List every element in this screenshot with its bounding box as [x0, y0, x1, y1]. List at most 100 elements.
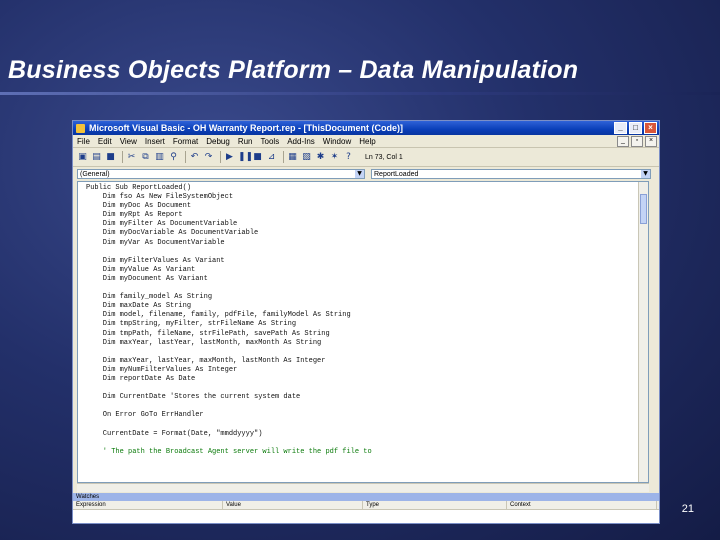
code-line[interactable]: Dim family_model As String — [86, 293, 372, 302]
menu-window[interactable]: Window — [323, 137, 351, 146]
procedure-dropdown-value: ReportLoaded — [374, 170, 419, 178]
toolbar-separator — [220, 151, 221, 163]
reset-icon[interactable]: ■ — [252, 152, 263, 163]
vb-app-icon — [76, 123, 85, 133]
code-line[interactable]: CurrentDate = Format(Date, "mmddyyyy") — [86, 430, 372, 439]
menu-bar: File Edit View Insert Format Debug Run T… — [73, 135, 659, 148]
find-icon[interactable]: ⚲ — [168, 152, 179, 163]
toolbar-separator — [185, 151, 186, 163]
maximize-icon[interactable]: □ — [629, 122, 642, 134]
slide-title: Business Objects Platform – Data Manipul… — [8, 56, 579, 84]
menu-edit[interactable]: Edit — [98, 137, 112, 146]
window-titlebar[interactable]: Microsoft Visual Basic - OH Warranty Rep… — [73, 121, 659, 135]
code-line[interactable] — [86, 384, 372, 393]
menu-format[interactable]: Format — [173, 137, 198, 146]
project-explorer-icon[interactable]: ▦ — [287, 152, 298, 163]
watches-col-expression[interactable]: Expression — [73, 501, 223, 509]
view-host-icon[interactable]: ▣ — [77, 152, 88, 163]
object-dropdown-value: (General) — [80, 170, 110, 178]
code-line[interactable]: Dim tmpPath, fileName, strFilePath, save… — [86, 330, 372, 339]
code-line[interactable]: Dim CurrentDate 'Stores the current syst… — [86, 393, 372, 402]
menu-file[interactable]: File — [77, 137, 90, 146]
run-icon[interactable]: ▶ — [224, 152, 235, 163]
code-line[interactable]: Dim myVar As DocumentVariable — [86, 239, 372, 248]
object-browser-icon[interactable]: ✱ — [315, 152, 326, 163]
code-line[interactable]: Dim myNumFilterValues As Integer — [86, 366, 372, 375]
menu-run[interactable]: Run — [238, 137, 253, 146]
insert-module-icon[interactable]: ▤ — [91, 152, 102, 163]
watches-header: Expression Value Type Context — [73, 501, 659, 510]
menu-add-ins[interactable]: Add-Ins — [287, 137, 315, 146]
redo-icon[interactable]: ↷ — [203, 152, 214, 163]
code-line[interactable] — [86, 248, 372, 257]
slide-number: 21 — [681, 503, 694, 515]
code-line[interactable]: Public Sub ReportLoaded() — [86, 184, 372, 193]
watches-col-value[interactable]: Value — [223, 501, 363, 509]
chevron-down-icon[interactable]: ▼ — [641, 170, 650, 178]
save-icon[interactable]: ■ — [105, 152, 116, 163]
title-divider — [0, 92, 720, 95]
cursor-position: Ln 73, Col 1 — [365, 153, 403, 161]
standard-toolbar: ▣ ▤ ■ ✂ ⧉ ▥ ⚲ ↶ ↷ ▶ ❚❚ ■ ⊿ ▦ ▧ ✱ ✶ ? Ln … — [73, 148, 659, 167]
doc-close-icon[interactable]: × — [645, 135, 657, 147]
code-line[interactable] — [86, 420, 372, 429]
vertical-scrollbar[interactable] — [638, 182, 648, 482]
scrollbar-thumb[interactable] — [640, 194, 647, 224]
document-window-controls: _ ▫ × — [617, 135, 659, 147]
design-mode-icon[interactable]: ⊿ — [266, 152, 277, 163]
copy-icon[interactable]: ⧉ — [140, 152, 151, 163]
code-lines: Public Sub ReportLoaded() Dim fso As New… — [86, 184, 372, 457]
chevron-down-icon[interactable]: ▼ — [355, 170, 364, 178]
properties-window-icon[interactable]: ▧ — [301, 152, 312, 163]
doc-minimize-icon[interactable]: _ — [617, 135, 629, 147]
code-line[interactable]: Dim model, filename, family, pdfFile, fa… — [86, 311, 372, 320]
watches-title: Watches — [73, 493, 659, 501]
toolbar-separator — [283, 151, 284, 163]
code-line[interactable] — [86, 402, 372, 411]
minimize-icon[interactable]: _ — [614, 122, 627, 134]
watches-col-type[interactable]: Type — [363, 501, 507, 509]
menu-debug[interactable]: Debug — [206, 137, 230, 146]
code-line[interactable]: Dim myDocVariable As DocumentVariable — [86, 229, 372, 238]
doc-restore-icon[interactable]: ▫ — [631, 135, 643, 147]
break-icon[interactable]: ❚❚ — [238, 152, 253, 163]
close-icon[interactable]: × — [644, 122, 657, 134]
help-icon[interactable]: ? — [343, 152, 354, 163]
watches-col-context[interactable]: Context — [507, 501, 657, 509]
watches-list[interactable] — [73, 510, 659, 523]
code-line[interactable] — [86, 284, 372, 293]
cut-icon[interactable]: ✂ — [126, 152, 137, 163]
menu-view[interactable]: View — [120, 137, 137, 146]
code-line[interactable]: Dim myDocument As Variant — [86, 275, 372, 284]
undo-icon[interactable]: ↶ — [189, 152, 200, 163]
code-line[interactable]: Dim myFilterValues As Variant — [86, 257, 372, 266]
code-line[interactable] — [86, 348, 372, 357]
code-line[interactable]: On Error GoTo ErrHandler — [86, 411, 372, 420]
code-line[interactable]: Dim myFilter As DocumentVariable — [86, 220, 372, 229]
window-title: Microsoft Visual Basic - OH Warranty Rep… — [89, 123, 404, 133]
watches-pane: Watches Expression Value Type Context — [73, 493, 659, 523]
code-window-combos: (General) ▼ ReportLoaded ▼ — [73, 167, 659, 181]
menu-help[interactable]: Help — [359, 137, 375, 146]
code-line[interactable]: Dim myDoc As Document — [86, 202, 372, 211]
code-line[interactable]: Dim reportDate As Date — [86, 375, 372, 384]
code-line[interactable]: Dim myValue As Variant — [86, 266, 372, 275]
menu-tools[interactable]: Tools — [261, 137, 280, 146]
code-line[interactable]: Dim fso As New FileSystemObject — [86, 193, 372, 202]
horizontal-scrollbar[interactable] — [77, 483, 649, 492]
vb-editor-window: Microsoft Visual Basic - OH Warranty Rep… — [72, 120, 660, 524]
code-line[interactable]: ' The path the Broadcast Agent server wi… — [86, 448, 372, 457]
toolbox-icon[interactable]: ✶ — [329, 152, 340, 163]
code-line[interactable] — [86, 439, 372, 448]
code-line[interactable]: Dim tmpString, myFilter, strFileName As … — [86, 320, 372, 329]
code-line[interactable]: Dim maxYear, lastYear, maxMonth, lastMon… — [86, 357, 372, 366]
toolbar-separator — [122, 151, 123, 163]
code-line[interactable]: Dim maxDate As String — [86, 302, 372, 311]
menu-insert[interactable]: Insert — [145, 137, 165, 146]
paste-icon[interactable]: ▥ — [154, 152, 165, 163]
code-line[interactable]: Dim myRpt As Report — [86, 211, 372, 220]
code-line[interactable]: Dim maxYear, lastYear, lastMonth, maxMon… — [86, 339, 372, 348]
object-dropdown[interactable]: (General) ▼ — [77, 169, 365, 179]
procedure-dropdown[interactable]: ReportLoaded ▼ — [371, 169, 651, 179]
code-editor[interactable]: Public Sub ReportLoaded() Dim fso As New… — [77, 181, 649, 483]
